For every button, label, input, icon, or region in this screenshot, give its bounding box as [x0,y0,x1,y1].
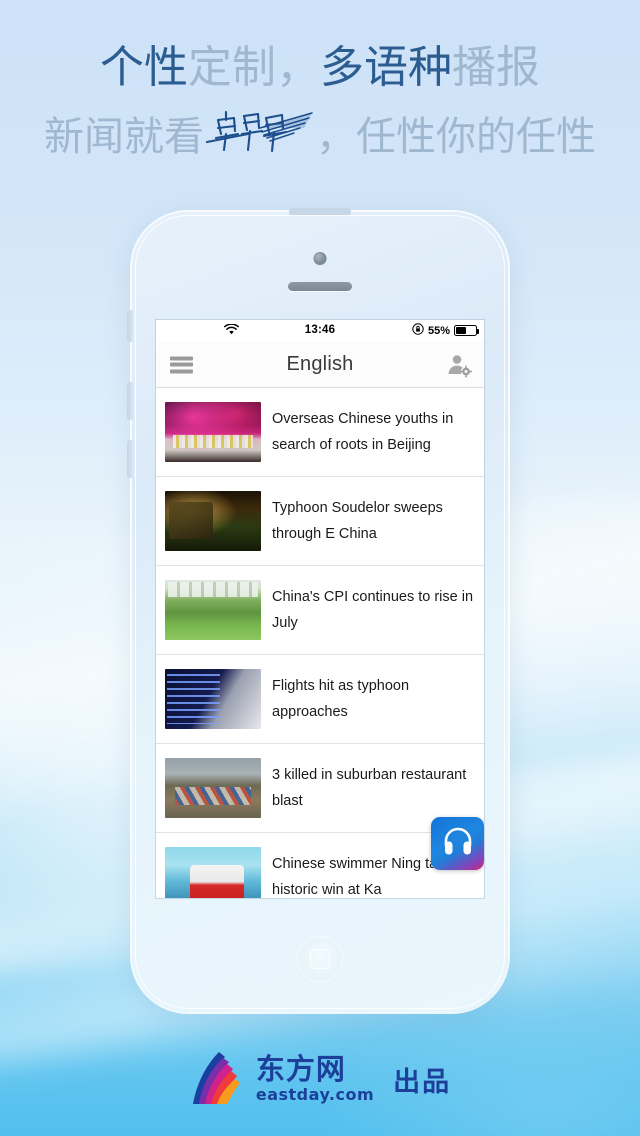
app-navigation-bar: English [156,342,484,388]
thumbnail-vegetable-market [165,580,261,640]
battery-fill-level [456,327,467,334]
ios-status-bar: 13:46 55% [156,320,484,342]
eastday-wordmark: 东方网 eastday.com [256,1055,374,1103]
battery-percentage: 55% [427,324,450,337]
battery-icon [454,325,479,336]
thumbnail-typhoon-damage [165,491,261,551]
phone-screen: 13:46 55% English Overseas Chinese youth… [156,320,484,898]
phone-volume-up-button [127,382,133,420]
home-button-square [310,949,330,969]
thumbnail-airport-board [165,669,261,729]
audio-playback-button[interactable] [431,817,484,870]
iphone-mockup: 13:46 55% English Overseas Chinese youth… [127,208,508,1012]
hamburger-menu-icon[interactable] [170,356,193,373]
headline-l2-seg2: 任性你的任性 [356,114,596,160]
headline-l1-seg4: 播报 [452,42,540,93]
user-settings-icon[interactable] [446,352,472,378]
headline-l2-seg1: 新闻就看 [44,114,204,160]
thumbnail-blast-rubble [165,758,261,818]
phone-top-notch [289,208,351,216]
hamburger-bar-3 [170,369,193,373]
news-item-title: 3 killed in suburban restaurant blast [272,766,467,809]
headline-l1-comma: ， [276,42,320,93]
hamburger-bar-1 [170,356,193,360]
news-list-item[interactable]: Flights hit as typhoon approaches [156,655,484,744]
headline-line-2: 新闻就看 ，任性你的任性 [0,104,640,157]
phone-earpiece-speaker [288,282,352,291]
phone-volume-down-button [127,440,133,478]
news-list-item[interactable]: China's CPI continues to rise in July [156,566,484,655]
brand-name-cn: 东方网 [255,1052,346,1086]
produced-by-label: 出品 [393,1066,452,1098]
headline-line-1: 个性定制，多语种播报 [0,46,640,90]
news-list-item[interactable]: Overseas Chinese youths in search of roo… [156,388,484,477]
aoxiang-calligraphy-logo [204,104,316,156]
thumbnail-swimmer-flag [165,847,261,898]
phone-home-button[interactable] [297,936,343,982]
thumbnail-stage-ceremony [165,402,261,462]
news-item-title: Overseas Chinese youths in search of roo… [272,410,454,453]
page-title: English [286,353,354,375]
headline-l1-seg1: 个性 [100,42,188,93]
footer-branding: 东方网 eastday.com 出品 [0,1050,640,1108]
brand-name-en: eastday.com [255,1085,375,1104]
phone-front-camera [313,252,327,265]
eastday-swoosh-logo [189,1050,243,1108]
rotation-lock-icon [412,323,424,338]
status-bar-right-group: 55% [412,323,479,338]
headline-l1-seg2: 定制 [188,42,276,93]
news-item-title: Flights hit as typhoon approaches [272,677,410,720]
phone-mute-switch [127,310,133,342]
hamburger-bar-2 [170,362,193,367]
news-item-title: China's CPI continues to rise in July [272,588,474,631]
headphones-icon [441,824,475,863]
headline-l2-comma: ， [316,114,356,160]
promo-headline: 个性定制，多语种播报 新闻就看 ，任性你的任性 [0,46,640,158]
news-item-title: Typhoon Soudelor sweeps through E China [272,499,443,542]
headline-l1-seg3: 多语种 [320,42,452,93]
news-list-item[interactable]: Typhoon Soudelor sweeps through E China [156,477,484,566]
